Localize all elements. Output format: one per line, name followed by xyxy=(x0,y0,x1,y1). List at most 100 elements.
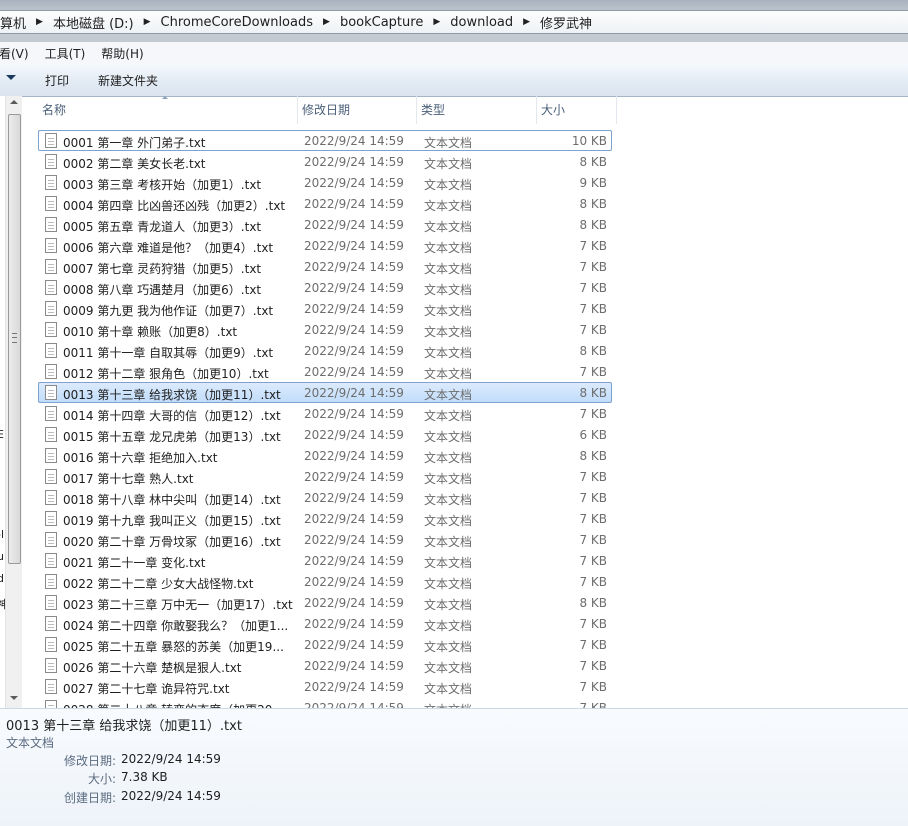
nav-fragment[interactable]: E xyxy=(0,428,4,441)
chevron-right-icon[interactable]: ▶ xyxy=(429,17,444,27)
file-date: 2022/9/24 14:59 xyxy=(304,134,404,148)
file-date: 2022/9/24 14:59 xyxy=(304,491,404,505)
file-row[interactable]: 0014 第十四章 大哥的信（加更12）.txt 2022/9/24 14:59 文… xyxy=(38,403,612,424)
column-header-type[interactable]: 类型 xyxy=(417,96,537,124)
file-size: 8 KB xyxy=(579,449,607,463)
address-bar-area: 算机 ▶ 本地磁盘 (D:) ▶ ChromeCoreDownloads ▶ b… xyxy=(0,0,908,42)
text-file-icon xyxy=(45,175,57,190)
text-file-icon xyxy=(45,427,57,442)
file-name: 0021 第二十一章 变化.txt xyxy=(63,556,206,570)
details-created-label: 创建日期: xyxy=(63,791,116,805)
file-name: 0014 第十四章 大哥的信（加更12）.txt xyxy=(63,409,281,423)
text-file-icon xyxy=(45,469,57,484)
file-name: 0028 第二十八章 转变的态度（加更20... xyxy=(63,701,299,708)
file-row[interactable]: 0015 第十五章 龙兄虎弟（加更13）.txt 2022/9/24 14:59 文… xyxy=(38,424,612,445)
file-size: 7 KB xyxy=(579,617,607,631)
nav-fragment[interactable]: -l xyxy=(0,528,4,541)
text-file-icon xyxy=(45,217,57,232)
column-header-size[interactable]: 大小 xyxy=(537,96,617,124)
menu-view[interactable]: 看(V) xyxy=(0,45,29,62)
address-bar[interactable]: 算机 ▶ 本地磁盘 (D:) ▶ ChromeCoreDownloads ▶ b… xyxy=(0,10,908,34)
file-date: 2022/9/24 14:59 xyxy=(304,197,404,211)
file-size: 8 KB xyxy=(579,218,607,232)
crumb-chromecoredownloads[interactable]: ChromeCoreDownloads xyxy=(155,15,319,30)
chevron-right-icon[interactable]: ▶ xyxy=(140,17,155,27)
file-type: 文本文档 xyxy=(424,241,473,255)
text-file-icon xyxy=(45,133,57,148)
file-date: 2022/9/24 14:59 xyxy=(304,680,404,694)
dropdown-arrow-icon[interactable] xyxy=(6,75,16,80)
file-row[interactable]: 0022 第二十二章 少女大战怪物.txt 2022/9/24 14:59 文本文档… xyxy=(38,571,612,592)
file-row[interactable]: 0001 第一章 外门弟子.txt 2022/9/24 14:59 文本文档 10 K… xyxy=(38,130,612,151)
file-row[interactable]: 0027 第二十七章 诡异符咒.txt 2022/9/24 14:59 文本文档 7 … xyxy=(38,676,612,697)
file-row[interactable]: 0003 第三章 考核开始（加更1）.txt 2022/9/24 14:59 文本文… xyxy=(38,172,612,193)
file-row[interactable]: 0026 第二十六章 楚枫是狠人.txt 2022/9/24 14:59 文本文档 7… xyxy=(38,655,612,676)
menu-tools[interactable]: 工具(T) xyxy=(45,45,86,62)
file-type: 文本文档 xyxy=(424,283,473,297)
file-name: 0017 第十七章 熟人.txt xyxy=(63,472,194,486)
file-row[interactable]: 0019 第十九章 我叫正义（加更15）.txt 2022/9/24 14:59 文… xyxy=(38,508,612,529)
file-date: 2022/9/24 14:59 xyxy=(304,470,404,484)
file-type: 文本文档 xyxy=(424,619,473,633)
file-row[interactable]: 0007 第七章 灵药狩猎（加更5）.txt 2022/9/24 14:59 文本文… xyxy=(38,256,612,277)
file-row[interactable]: 0016 第十六章 拒绝加入.txt 2022/9/24 14:59 文本文档 8 K… xyxy=(38,445,612,466)
file-row[interactable]: 0028 第二十八章 转变的态度（加更20... 2022/9/24 14:59 文… xyxy=(38,697,612,708)
column-header-date[interactable]: 修改日期 xyxy=(298,96,417,124)
crumb-computer[interactable]: 算机 xyxy=(0,13,32,32)
crumb-current-folder[interactable]: 修罗武神 xyxy=(534,13,598,32)
chevron-right-icon[interactable]: ▶ xyxy=(319,17,334,27)
file-row[interactable]: 0011 第十一章 自取其辱（加更9）.txt 2022/9/24 14:59 文本… xyxy=(38,340,612,361)
scroll-up-arrow-icon[interactable] xyxy=(10,100,18,104)
file-row[interactable]: 0017 第十七章 熟人.txt 2022/9/24 14:59 文本文档 7 KB xyxy=(38,466,612,487)
file-name: 0013 第十三章 给我求饶（加更11）.txt xyxy=(63,388,281,402)
file-name: 0001 第一章 外门弟子.txt xyxy=(63,136,206,150)
column-header-name[interactable]: 名称 xyxy=(38,96,298,124)
file-date: 2022/9/24 14:59 xyxy=(304,260,404,274)
nav-fragment[interactable]: d xyxy=(0,572,4,585)
file-type: 文本文档 xyxy=(424,598,473,612)
file-row[interactable]: 0018 第十八章 林中尖叫（加更14）.txt 2022/9/24 14:59 文… xyxy=(38,487,612,508)
chevron-right-icon[interactable]: ▶ xyxy=(32,17,47,27)
file-type: 文本文档 xyxy=(424,178,473,192)
crumb-download[interactable]: download xyxy=(444,15,519,30)
navigation-scrollbar[interactable] xyxy=(5,96,22,708)
file-date: 2022/9/24 14:59 xyxy=(304,701,404,708)
crumb-local-disk[interactable]: 本地磁盘 (D:) xyxy=(47,13,140,32)
file-row[interactable]: 0020 第二十章 万骨坟冢（加更16）.txt 2022/9/24 14:59 文… xyxy=(38,529,612,550)
file-row[interactable]: 0013 第十三章 给我求饶（加更11）.txt 2022/9/24 14:59 文… xyxy=(38,382,612,403)
file-row[interactable]: 0012 第十二章 狠角色（加更10）.txt 2022/9/24 14:59 文本… xyxy=(38,361,612,382)
menu-help[interactable]: 帮助(H) xyxy=(101,45,143,62)
file-row[interactable]: 0009 第九更 我为他作证（加更7）.txt 2022/9/24 14:59 文本… xyxy=(38,298,612,319)
file-row[interactable]: 0008 第八章 巧遇楚月（加更6）.txt 2022/9/24 14:59 文本文… xyxy=(38,277,612,298)
file-row[interactable]: 0023 第二十三章 万中无一（加更17）.txt 2022/9/24 14:59… xyxy=(38,592,612,613)
file-row[interactable]: 0025 第二十五章 暴怒的苏美（加更19... 2022/9/24 14:59 文… xyxy=(38,634,612,655)
crumb-bookcapture[interactable]: bookCapture xyxy=(334,15,429,30)
file-date: 2022/9/24 14:59 xyxy=(304,344,404,358)
navigation-pane: E -l u d 神 n xyxy=(0,96,22,725)
text-file-icon xyxy=(45,574,57,589)
file-type: 文本文档 xyxy=(424,220,473,234)
file-type: 文本文档 xyxy=(424,388,473,402)
file-name: 0009 第九更 我为他作证（加更7）.txt xyxy=(63,304,274,318)
file-name: 0016 第十六章 拒绝加入.txt xyxy=(63,451,218,465)
print-button[interactable]: 打印 xyxy=(45,72,69,89)
file-name: 0002 第二章 美女长老.txt xyxy=(63,157,206,171)
file-row[interactable]: 0010 第十章 赖账（加更8）.txt 2022/9/24 14:59 文本文档 7… xyxy=(38,319,612,340)
file-row[interactable]: 0006 第六章 难道是他？（加更4）.txt 2022/9/24 14:59 文本… xyxy=(38,235,612,256)
file-row[interactable]: 0005 第五章 青龙道人（加更3）.txt 2022/9/24 14:59 文本文… xyxy=(38,214,612,235)
file-row[interactable]: 0024 第二十四章 你敢娶我么？（加更1... 2022/9/24 14:59 文… xyxy=(38,613,612,634)
chevron-right-icon[interactable]: ▶ xyxy=(519,17,534,27)
scrollbar-thumb[interactable] xyxy=(8,114,21,564)
menu-bar: 看(V) 工具(T) 帮助(H) xyxy=(0,42,908,64)
new-folder-button[interactable]: 新建文件夹 xyxy=(98,72,158,89)
file-type: 文本文档 xyxy=(424,493,473,507)
file-row[interactable]: 0004 第四章 比凶兽还凶残（加更2）.txt 2022/9/24 14:59 文… xyxy=(38,193,612,214)
file-name: 0019 第十九章 我叫正义（加更15）.txt xyxy=(63,514,281,528)
file-row[interactable]: 0021 第二十一章 变化.txt 2022/9/24 14:59 文本文档 7 KB xyxy=(38,550,612,571)
file-name: 0027 第二十七章 诡异符咒.txt xyxy=(63,682,230,696)
text-file-icon xyxy=(45,364,57,379)
scroll-down-arrow-icon[interactable] xyxy=(10,696,18,700)
nav-fragment[interactable]: u xyxy=(0,550,4,563)
file-size: 7 KB xyxy=(579,407,607,421)
file-row[interactable]: 0002 第二章 美女长老.txt 2022/9/24 14:59 文本文档 8 KB xyxy=(38,151,612,172)
